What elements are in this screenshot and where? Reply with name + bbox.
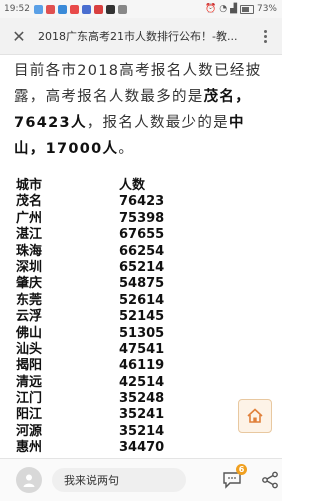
table-row: 惠州 34470 xyxy=(16,440,216,456)
count-cell: 67655 xyxy=(119,227,165,243)
count-cell: 47541 xyxy=(119,341,165,357)
count-cell: 34470 xyxy=(119,440,165,456)
count-cell: 76423 xyxy=(119,194,165,210)
app-notification-icon xyxy=(69,4,79,14)
wifi-icon: ◔ xyxy=(219,4,228,14)
city-cell: 汕头 xyxy=(16,341,43,357)
city-cell: 揭阳 xyxy=(16,358,43,374)
more-options-button[interactable] xyxy=(258,26,272,46)
user-icon xyxy=(23,474,35,487)
count-cell: 52614 xyxy=(119,292,165,308)
count-cell: 54875 xyxy=(119,276,165,292)
header-count: 人数 xyxy=(119,178,146,193)
city-cell: 佛山 xyxy=(16,325,43,341)
close-icon: ✕ xyxy=(12,26,26,46)
avatar[interactable] xyxy=(16,467,42,493)
bottom-bar: 我来说两句 6 xyxy=(0,458,282,501)
close-button[interactable]: ✕ xyxy=(4,18,34,54)
city-cell: 湛江 xyxy=(16,227,43,243)
city-cell: 珠海 xyxy=(16,243,43,259)
battery-level: 73% xyxy=(256,4,277,14)
status-bar: 19:52 ⏰ ◔ ▟ 73% xyxy=(0,0,282,18)
table-row: 江门 35248 xyxy=(16,391,216,407)
share-button[interactable] xyxy=(258,468,282,492)
title-bar: ✕ 2018广东高考21市人数排行公布！-教... xyxy=(0,18,282,55)
count-cell: 35248 xyxy=(119,391,165,407)
article-text: 。 xyxy=(118,141,135,157)
count-cell: 65214 xyxy=(119,259,165,275)
count-cell: 75398 xyxy=(119,210,165,226)
city-cell: 东莞 xyxy=(16,292,43,308)
table-row: 广州 75398 xyxy=(16,211,216,227)
table-row: 揭阳 46119 xyxy=(16,358,216,374)
table-row: 汕头 47541 xyxy=(16,342,216,358)
count-cell: 46119 xyxy=(119,358,165,374)
city-cell: 肇庆 xyxy=(16,276,43,292)
count-cell: 42514 xyxy=(119,374,165,390)
table-row: 清远 42514 xyxy=(16,375,216,391)
app-notification-icon xyxy=(57,4,67,14)
app-notification-icon xyxy=(45,4,55,14)
city-cell: 深圳 xyxy=(16,259,43,275)
city-cell: 茂名 xyxy=(16,194,43,210)
table-row: 珠海 66254 xyxy=(16,244,216,260)
table-row: 佛山 51305 xyxy=(16,326,216,342)
home-button[interactable] xyxy=(238,399,272,433)
header-city: 城市 xyxy=(16,178,43,193)
table-row: 深圳 65214 xyxy=(16,260,216,276)
share-icon xyxy=(262,471,278,489)
table-row: 云浮 52145 xyxy=(16,309,216,325)
city-cell: 河源 xyxy=(16,423,43,439)
system-status: ⏰ ◔ ▟ 73% xyxy=(205,4,277,14)
notification-icons xyxy=(33,4,127,14)
count-cell: 51305 xyxy=(119,325,165,341)
status-time: 19:52 xyxy=(4,4,30,14)
table-row: 河源 35214 xyxy=(16,424,216,440)
table-row: 东莞 52614 xyxy=(16,293,216,309)
article-text: ，报名人数最少的是 xyxy=(86,115,229,131)
article-paragraph: 目前各市2018高考报名人数已经披露，高考报名人数最多的是茂名，76423人，报… xyxy=(14,58,272,162)
app-notification-icon xyxy=(81,4,91,14)
alarm-icon: ⏰ xyxy=(204,4,217,14)
page-title: 2018广东高考21市人数排行公布！-教... xyxy=(38,30,238,43)
city-cell: 阳江 xyxy=(16,407,43,423)
comment-count-badge: 6 xyxy=(236,464,247,475)
app-notification-icon xyxy=(33,4,43,14)
count-cell: 52145 xyxy=(119,309,165,325)
city-cell: 惠州 xyxy=(16,440,43,456)
city-cell: 清远 xyxy=(16,374,43,390)
exam-count-table: 城市 人数 茂名 76423 广州 75398 湛江 67655 珠海 66254 深圳 6521… xyxy=(16,178,216,457)
app-notification-icon xyxy=(105,4,115,14)
city-cell: 云浮 xyxy=(16,309,43,325)
table-row: 茂名 76423 xyxy=(16,194,216,210)
app-notification-icon xyxy=(117,4,127,14)
count-cell: 35241 xyxy=(119,407,165,423)
comments-button[interactable]: 6 xyxy=(220,464,247,492)
table-row: 湛江 67655 xyxy=(16,227,216,243)
city-cell: 广州 xyxy=(16,210,43,226)
comment-input[interactable]: 我来说两句 xyxy=(52,468,186,492)
count-cell: 35214 xyxy=(119,423,165,439)
more-icon xyxy=(263,29,267,33)
table-row: 肇庆 54875 xyxy=(16,276,216,292)
count-cell: 66254 xyxy=(119,243,165,259)
battery-icon xyxy=(239,4,254,14)
table-header: 城市 人数 xyxy=(16,178,216,194)
home-icon xyxy=(247,408,263,423)
table-row: 阳江 35241 xyxy=(16,407,216,423)
city-cell: 江门 xyxy=(16,391,43,407)
signal-icon: ▟ xyxy=(230,4,237,14)
app-notification-icon xyxy=(93,4,103,14)
